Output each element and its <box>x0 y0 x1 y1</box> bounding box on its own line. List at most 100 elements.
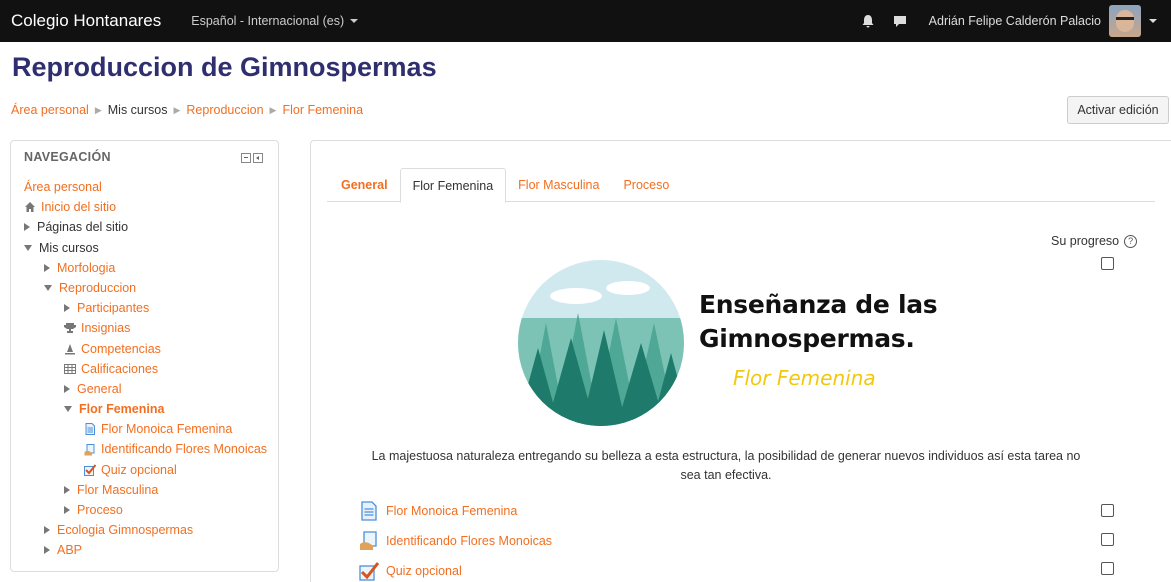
activate-edit-button[interactable]: Activar edición <box>1067 96 1169 124</box>
nav-item-competencias[interactable]: Competencias <box>24 339 267 359</box>
breadcrumb-item-reproduccion[interactable]: Reproduccion <box>186 103 263 117</box>
nav-item-label: Calificaciones <box>81 361 159 376</box>
nav-item-insignias[interactable]: Insignias <box>24 318 267 338</box>
navigation-tree: Área personal Inicio del sitio Páginas d… <box>24 177 267 561</box>
course-content: General Flor Femenina Flor Masculina Pro… <box>310 140 1171 582</box>
expand-right-icon <box>24 223 30 232</box>
expand-right-icon <box>44 263 50 272</box>
nav-item-label: Insignias <box>81 321 131 336</box>
nav-item-label: Área personal <box>24 180 102 194</box>
nav-item-reproduccion[interactable]: Reproduccion <box>24 278 267 298</box>
breadcrumb-item-area-personal[interactable]: Área personal <box>11 103 89 117</box>
trophy-icon <box>64 322 76 334</box>
expand-right-icon <box>64 485 70 494</box>
banner-title-line1: Enseñanza de las <box>699 290 938 319</box>
site-brand[interactable]: Colegio Hontanares <box>11 11 161 31</box>
expand-right-icon <box>64 384 70 393</box>
nav-item-flor-monoica[interactable]: Flor Monoica Femenina <box>24 419 267 439</box>
nav-item-mis-cursos[interactable]: Mis cursos <box>24 238 267 258</box>
breadcrumb: Área personal ▶ Mis cursos ▶ Reproduccio… <box>11 103 363 117</box>
bell-icon[interactable] <box>861 14 875 28</box>
expand-down-icon <box>44 285 52 292</box>
nav-item-inicio[interactable]: Inicio del sitio <box>24 197 267 217</box>
page-title: Reproduccion de Gimnospermas <box>12 52 437 82</box>
activity-quiz[interactable]: Quiz opcional <box>359 561 462 581</box>
nav-item-label: Identificando Flores Monoicas <box>101 442 268 457</box>
nav-item-general[interactable]: General <box>24 379 267 399</box>
competencies-icon <box>64 343 76 355</box>
tab-flor-masculina[interactable]: Flor Masculina <box>506 168 611 202</box>
forest-illustration <box>518 260 684 426</box>
nav-item-ecologia[interactable]: Ecologia Gimnospermas <box>24 520 267 540</box>
activity-completion-checkbox[interactable] <box>1101 504 1114 517</box>
nav-item-participantes[interactable]: Participantes <box>24 298 267 318</box>
nav-item-label: Proceso <box>77 503 123 517</box>
breadcrumb-separator-icon: ▶ <box>94 104 102 115</box>
nav-item-label: Quiz opcional <box>101 462 177 477</box>
top-navbar: Colegio Hontanares Español - Internacion… <box>0 0 1171 42</box>
nav-item-area-personal[interactable]: Área personal <box>24 177 267 197</box>
dock-block-icon[interactable] <box>253 153 263 163</box>
activity-label: Quiz opcional <box>386 564 462 578</box>
nav-item-label: Reproduccion <box>59 280 137 295</box>
activity-completion-checkbox[interactable] <box>1101 562 1114 575</box>
progress-label: Su progreso <box>1051 234 1120 248</box>
tab-general[interactable]: General <box>327 168 400 202</box>
messages-icon[interactable] <box>893 14 907 28</box>
progress-header: Su progreso ? <box>1051 234 1138 248</box>
activity-identificando[interactable]: Identificando Flores Monoicas <box>359 531 552 551</box>
nav-item-label: Participantes <box>77 301 150 316</box>
nav-item-label: Competencias <box>81 341 161 356</box>
nav-item-quiz[interactable]: Quiz opcional <box>24 460 267 480</box>
nav-item-flor-femenina[interactable]: Flor Femenina <box>24 399 267 419</box>
help-icon[interactable]: ? <box>1124 234 1138 248</box>
banner-title-line2: Gimnospermas. <box>699 324 915 353</box>
section-tabs: General Flor Femenina Flor Masculina Pro… <box>327 168 1155 203</box>
breadcrumb-separator-icon: ▶ <box>173 104 181 115</box>
expand-right-icon <box>64 304 70 313</box>
nav-item-label: Flor Femenina <box>79 402 165 417</box>
home-icon <box>24 201 36 213</box>
language-label: Español - Internacional (es) <box>191 14 345 28</box>
nav-item-label: General <box>77 381 122 396</box>
expand-right-icon <box>44 546 50 555</box>
section-completion-checkbox[interactable] <box>1101 257 1114 270</box>
collapse-block-icon[interactable] <box>241 153 251 163</box>
expand-right-icon <box>44 526 50 535</box>
nav-item-label: ABP <box>57 543 83 558</box>
nav-item-label: Morfologia <box>57 260 116 275</box>
section-banner: Enseñanza de las Gimnospermas. Flor Feme… <box>516 256 946 428</box>
tab-flor-femenina[interactable]: Flor Femenina <box>399 168 507 203</box>
banner-subtitle: Flor Femenina <box>733 366 876 390</box>
activity-flor-monoica[interactable]: Flor Monoica Femenina <box>359 501 517 521</box>
assign-icon <box>84 443 96 456</box>
navigation-heading: NAVEGACIÓN <box>24 150 111 164</box>
nav-item-calificaciones[interactable]: Calificaciones <box>24 359 267 379</box>
breadcrumb-item-mis-cursos: Mis cursos <box>107 103 168 117</box>
nav-item-morfologia[interactable]: Morfologia <box>24 258 267 278</box>
breadcrumb-item-flor-femenina[interactable]: Flor Femenina <box>282 103 363 117</box>
avatar[interactable] <box>1109 5 1141 37</box>
activity-label: Identificando Flores Monoicas <box>386 534 553 548</box>
nav-item-flor-masculina[interactable]: Flor Masculina <box>24 480 267 500</box>
activity-label: Flor Monoica Femenina <box>386 504 518 518</box>
expand-down-icon <box>24 244 32 251</box>
expand-right-icon <box>64 506 70 515</box>
assign-icon <box>359 531 379 551</box>
expand-down-icon <box>64 406 72 413</box>
nav-item-abp[interactable]: ABP <box>24 540 267 560</box>
nav-item-label: Flor Monoica Femenina <box>101 422 233 437</box>
block-controls <box>241 153 263 163</box>
user-menu-chevron-icon[interactable] <box>1149 19 1157 23</box>
quiz-icon <box>84 464 96 476</box>
quiz-icon <box>359 561 380 581</box>
nav-item-paginas[interactable]: Páginas del sitio <box>24 217 267 237</box>
activity-completion-checkbox[interactable] <box>1101 533 1114 546</box>
nav-item-proceso[interactable]: Proceso <box>24 500 267 520</box>
page-icon <box>84 423 96 436</box>
user-name[interactable]: Adrián Felipe Calderón Palacio <box>929 14 1101 28</box>
nav-item-label: Inicio del sitio <box>41 200 117 215</box>
tab-proceso[interactable]: Proceso <box>611 168 681 202</box>
nav-item-identificando[interactable]: Identificando Flores Monoicas <box>24 439 267 459</box>
language-menu[interactable]: Español - Internacional (es) <box>191 14 359 28</box>
